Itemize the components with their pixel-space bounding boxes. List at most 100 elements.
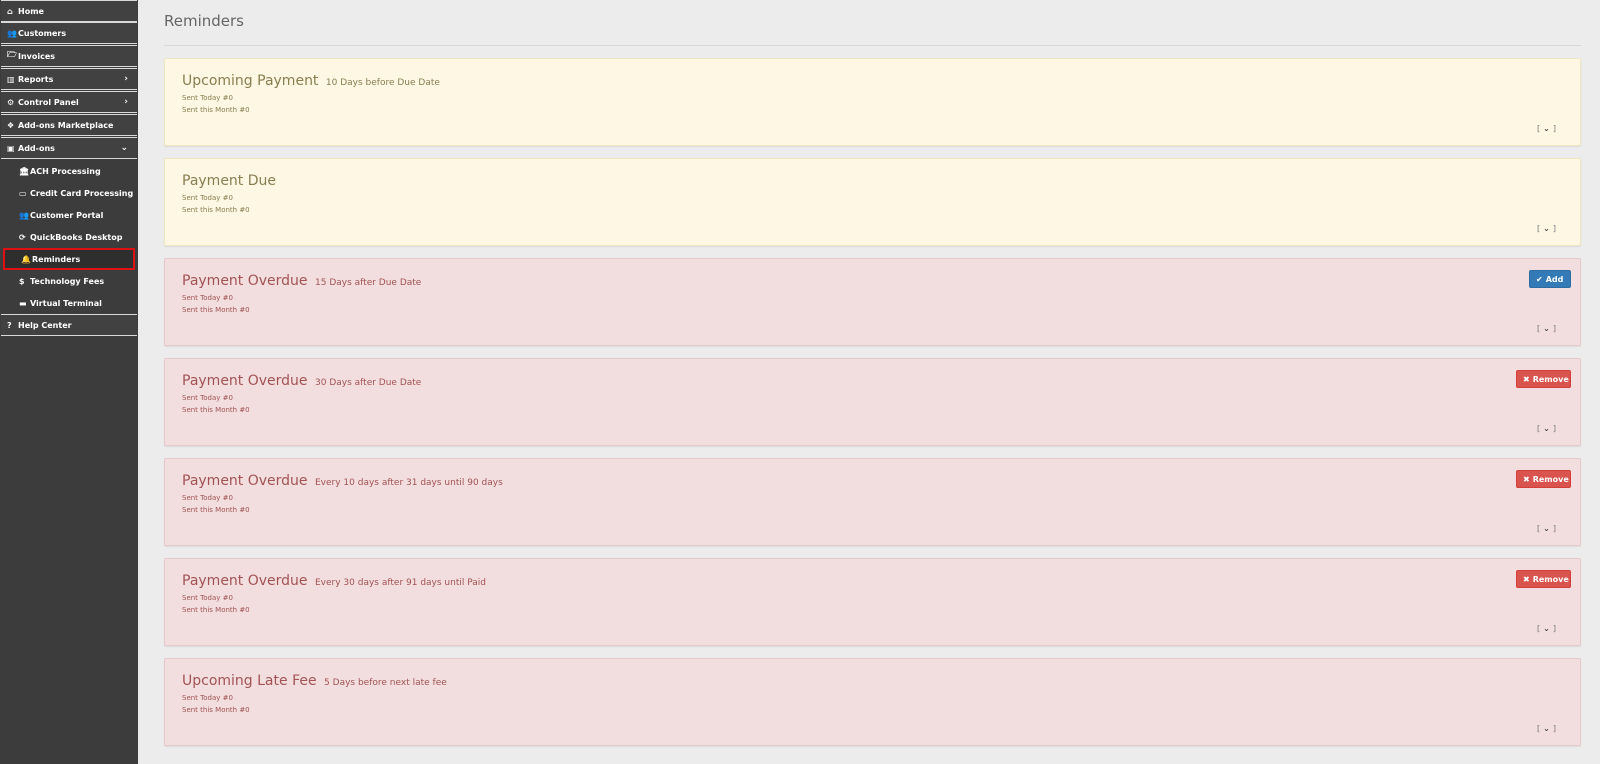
reminder-title-text: Upcoming Payment bbox=[182, 73, 319, 89]
chevron-down-icon: ⌄ bbox=[1543, 424, 1550, 433]
sidebar-item-virtual-terminal[interactable]: ▬ Virtual Terminal bbox=[1, 292, 137, 314]
chevron-down-icon: ⌄ bbox=[1543, 224, 1550, 233]
reminder-subtitle: 5 Days before next late fee bbox=[324, 678, 447, 688]
page-title: Reminders bbox=[164, 12, 244, 30]
sidebar-item-control-panel[interactable]: ⚙ Control Panel › bbox=[1, 91, 137, 113]
reminder-title: Payment Overdue 30 Days after Due Date bbox=[182, 373, 421, 389]
sidebar-item-technology-fees[interactable]: $ Technology Fees bbox=[1, 270, 137, 292]
sidebar-item-label: Customers bbox=[18, 28, 67, 38]
sidebar-item-label: Credit Card Processing bbox=[30, 188, 134, 198]
sent-this-month: Sent this Month #0 bbox=[182, 606, 250, 614]
sidebar-item-label: Help Center bbox=[18, 320, 72, 330]
remove-button[interactable]: ✖ Remove bbox=[1516, 370, 1571, 388]
reminder-subtitle: 30 Days after Due Date bbox=[315, 378, 422, 388]
sidebar-item-reminders[interactable]: 🔔 Reminders bbox=[3, 248, 135, 270]
reminder-subtitle: Every 10 days after 31 days until 90 day… bbox=[315, 478, 503, 488]
sidebar-item-reports[interactable]: ▥ Reports › bbox=[1, 68, 137, 90]
expand-toggle[interactable]: [⌄] bbox=[1537, 224, 1556, 233]
bar-chart-icon: ▥ bbox=[7, 74, 15, 84]
expand-toggle[interactable]: [⌄] bbox=[1537, 124, 1556, 133]
sent-today: Sent Today #0 bbox=[182, 394, 233, 402]
sidebar: ⌂ Home 👥 Customers 🗁 Invoices ▥ Reports … bbox=[0, 0, 138, 764]
chevron-down-icon: ⌄ bbox=[1543, 324, 1550, 333]
reminder-card-upcoming-late-fee: Upcoming Late Fee 5 Days before next lat… bbox=[164, 658, 1581, 746]
sent-today: Sent Today #0 bbox=[182, 194, 233, 202]
times-icon: ✖ bbox=[1523, 374, 1530, 384]
bell-icon: 🔔 bbox=[21, 254, 31, 264]
question-circle-icon: ? bbox=[7, 320, 12, 330]
sidebar-item-addons-marketplace[interactable]: ❖ Add-ons Marketplace bbox=[1, 114, 137, 136]
sidebar-item-quickbooks-desktop[interactable]: ⟳ QuickBooks Desktop bbox=[1, 226, 137, 248]
object-group-icon: ▣ bbox=[7, 143, 15, 153]
users-icon: 👥 bbox=[19, 210, 29, 220]
expand-toggle[interactable]: [⌄] bbox=[1537, 424, 1556, 433]
sidebar-item-label: Reports bbox=[18, 74, 54, 84]
reminder-subtitle: 15 Days after Due Date bbox=[315, 278, 422, 288]
sidebar-item-label: Invoices bbox=[18, 51, 56, 61]
times-icon: ✖ bbox=[1523, 574, 1530, 584]
chevron-right-icon: › bbox=[124, 74, 128, 84]
sidebar-item-label: Control Panel bbox=[18, 97, 79, 107]
reminder-card-overdue-15: Payment Overdue 15 Days after Due Date S… bbox=[164, 258, 1581, 346]
remove-button[interactable]: ✖ Remove bbox=[1516, 470, 1571, 488]
home-icon: ⌂ bbox=[7, 6, 13, 16]
sidebar-item-customers[interactable]: 👥 Customers bbox=[1, 22, 137, 44]
sidebar-item-customer-portal[interactable]: 👥 Customer Portal bbox=[1, 204, 137, 226]
folder-open-icon: 🗁 bbox=[7, 50, 17, 59]
expand-toggle[interactable]: [⌄] bbox=[1537, 724, 1556, 733]
sidebar-item-help-center[interactable]: ? Help Center bbox=[1, 314, 137, 336]
sidebar-item-ach-processing[interactable]: 🏛 ACH Processing bbox=[1, 160, 137, 182]
add-button[interactable]: ✔ Add bbox=[1529, 270, 1571, 288]
chevron-down-icon: ⌄ bbox=[1543, 524, 1550, 533]
chevron-down-icon: ⌄ bbox=[1543, 724, 1550, 733]
add-button-label: Add bbox=[1545, 274, 1564, 284]
sent-this-month: Sent this Month #0 bbox=[182, 306, 250, 314]
remove-button-label: Remove bbox=[1532, 374, 1569, 384]
sidebar-item-label: Add-ons Marketplace bbox=[18, 120, 114, 130]
reminder-subtitle: Every 30 days after 91 days until Paid bbox=[315, 578, 486, 588]
sidebar-item-invoices[interactable]: 🗁 Invoices bbox=[1, 45, 137, 67]
reminder-title: Payment Overdue Every 10 days after 31 d… bbox=[182, 473, 503, 489]
reminder-card-overdue-30: Payment Overdue 30 Days after Due Date S… bbox=[164, 358, 1581, 446]
expand-toggle[interactable]: [⌄] bbox=[1537, 624, 1556, 633]
sidebar-item-label: Home bbox=[18, 6, 44, 16]
remove-button[interactable]: ✖ Remove bbox=[1516, 570, 1571, 588]
sidebar-item-credit-card-processing[interactable]: ▭ Credit Card Processing bbox=[1, 182, 137, 204]
sent-today: Sent Today #0 bbox=[182, 494, 233, 502]
credit-card-icon: ▬ bbox=[19, 298, 27, 308]
sidebar-item-label: Customer Portal bbox=[30, 210, 104, 220]
sent-today: Sent Today #0 bbox=[182, 94, 233, 102]
sidebar-item-home[interactable]: ⌂ Home bbox=[1, 0, 137, 22]
times-icon: ✖ bbox=[1523, 474, 1530, 484]
credit-card-icon: ▭ bbox=[19, 188, 27, 198]
chevron-down-icon: ⌄ bbox=[120, 143, 128, 153]
reminder-card-payment-due: Payment Due Sent Today #0 Sent this Mont… bbox=[164, 158, 1581, 246]
reminder-card-overdue-every-10: Payment Overdue Every 10 days after 31 d… bbox=[164, 458, 1581, 546]
reminder-title-text: Upcoming Late Fee bbox=[182, 673, 317, 689]
remove-button-label: Remove bbox=[1532, 474, 1569, 484]
dollar-icon: $ bbox=[19, 276, 25, 286]
expand-toggle[interactable]: [⌄] bbox=[1537, 324, 1556, 333]
remove-button-label: Remove bbox=[1532, 574, 1569, 584]
refresh-icon: ⟳ bbox=[19, 232, 26, 242]
reminder-title-text: Payment Due bbox=[182, 173, 277, 189]
sent-today: Sent Today #0 bbox=[182, 594, 233, 602]
reminder-card-upcoming-payment: Upcoming Payment 10 Days before Due Date… bbox=[164, 58, 1581, 146]
reminder-title: Upcoming Payment 10 Days before Due Date bbox=[182, 73, 440, 89]
sidebar-item-label: ACH Processing bbox=[30, 166, 101, 176]
reminder-title: Upcoming Late Fee 5 Days before next lat… bbox=[182, 673, 447, 689]
sent-this-month: Sent this Month #0 bbox=[182, 106, 250, 114]
sidebar-item-label: QuickBooks Desktop bbox=[30, 232, 123, 242]
check-icon: ✔ bbox=[1536, 274, 1543, 284]
sent-this-month: Sent this Month #0 bbox=[182, 206, 250, 214]
reminder-card-overdue-every-30: Payment Overdue Every 30 days after 91 d… bbox=[164, 558, 1581, 646]
sent-this-month: Sent this Month #0 bbox=[182, 406, 250, 414]
bank-icon: 🏛 bbox=[19, 166, 30, 176]
sidebar-item-addons[interactable]: ▣ Add-ons ⌄ bbox=[1, 137, 137, 159]
chevron-right-icon: › bbox=[124, 97, 128, 107]
reminder-title-text: Payment Overdue bbox=[182, 273, 308, 289]
cogs-icon: ⚙ bbox=[7, 97, 15, 107]
sidebar-item-label: Add-ons bbox=[18, 143, 55, 153]
sent-this-month: Sent this Month #0 bbox=[182, 506, 250, 514]
expand-toggle[interactable]: [⌄] bbox=[1537, 524, 1556, 533]
